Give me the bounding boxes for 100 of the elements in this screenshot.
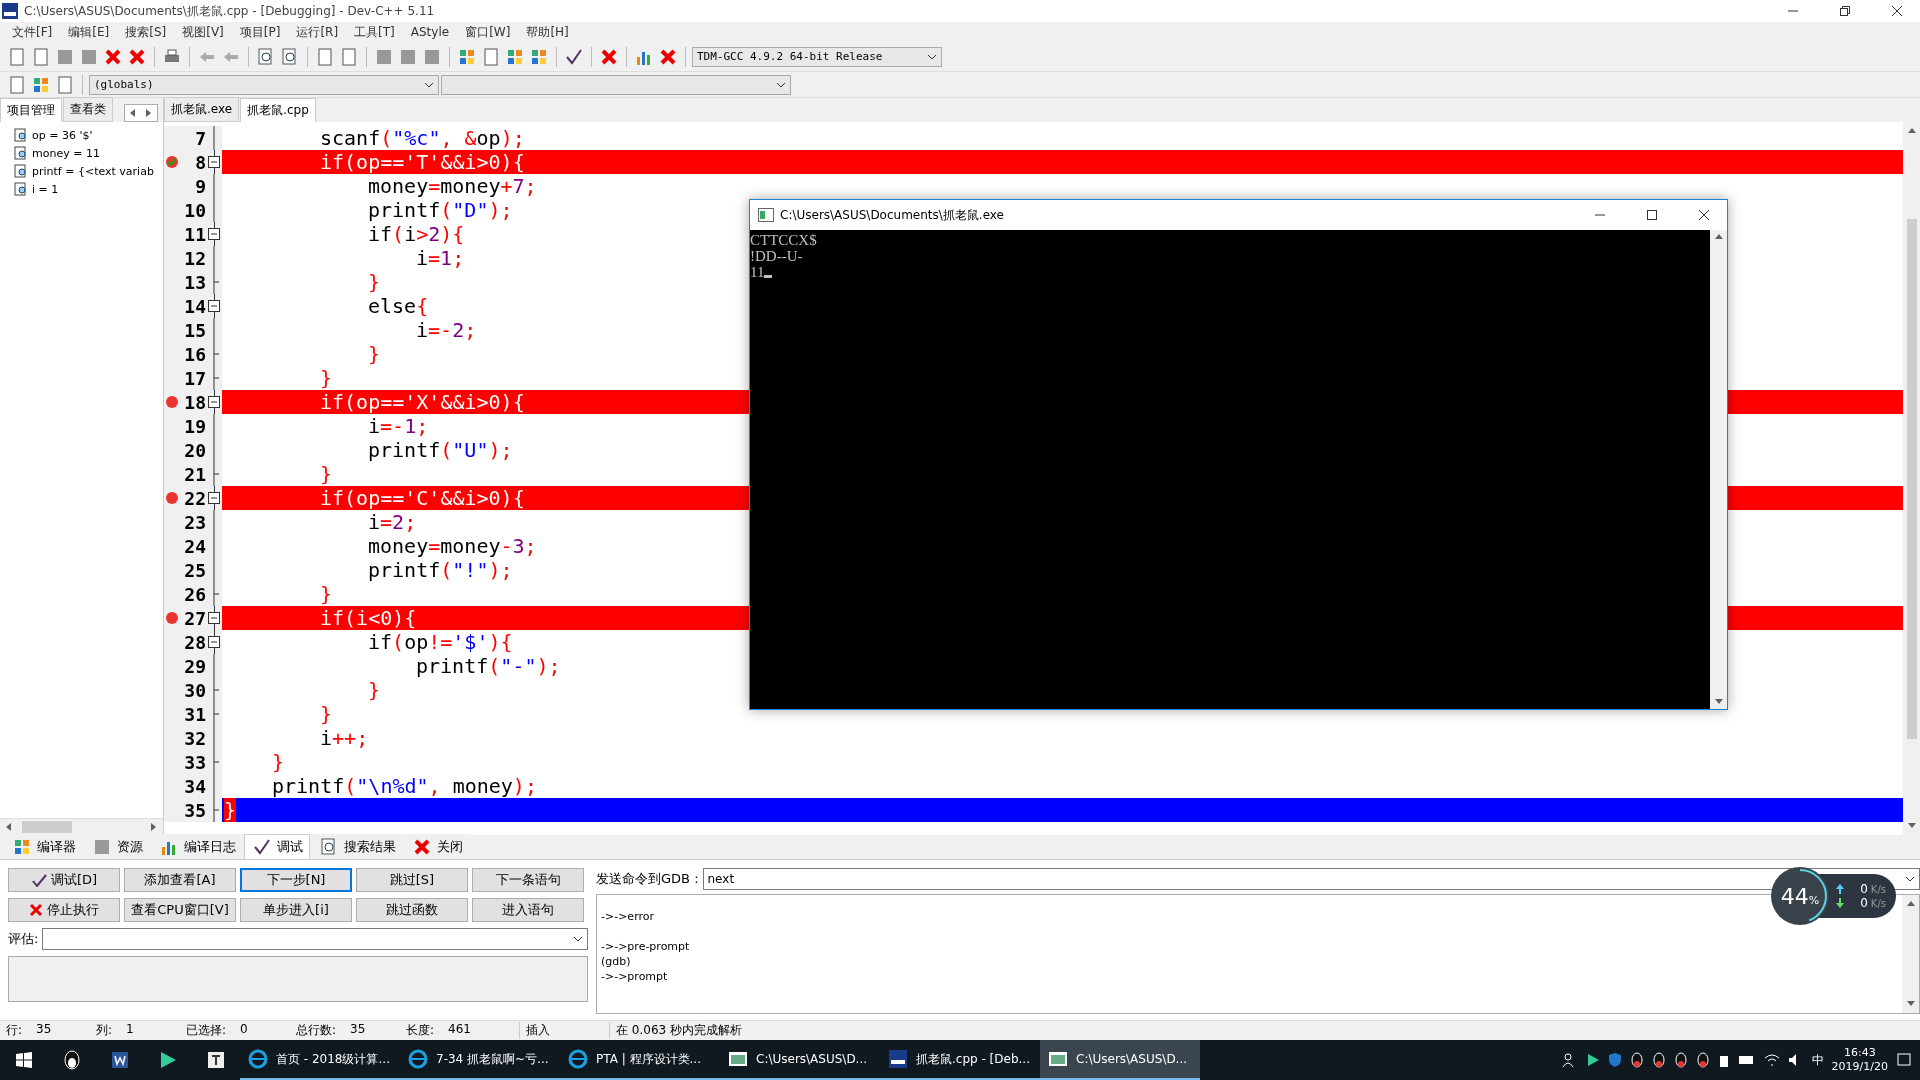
input-method-indicator[interactable]: 中: [1811, 1051, 1824, 1069]
wifi-icon[interactable]: [1763, 1053, 1780, 1067]
fold-toggle-icon[interactable]: [207, 294, 220, 318]
code-token: +: [500, 174, 513, 198]
watch-item[interactable]: op = 36 '$': [32, 128, 93, 142]
close-icon: [1699, 210, 1709, 220]
code-token: ;: [524, 534, 537, 558]
scroll-up-arrow-icon[interactable]: [1906, 126, 1917, 136]
speed-unit: K/s: [1870, 898, 1886, 909]
debug-button[interactable]: 下一步[N]: [240, 868, 352, 892]
scrollbar-thumb[interactable]: [1906, 218, 1917, 739]
console-icon: [1048, 1051, 1068, 1067]
debug-button[interactable]: 调试[D]: [8, 868, 120, 892]
line-number: 32: [183, 727, 206, 749]
code-token: );: [488, 198, 513, 222]
browser-icon: [408, 1049, 428, 1069]
menu-item[interactable]: 编辑[E]: [60, 23, 118, 41]
watch-item[interactable]: printf = {<text variab: [32, 164, 154, 178]
code-token: printf: [368, 558, 441, 582]
clock-time[interactable]: 16:43: [1843, 1046, 1876, 1060]
debug-button[interactable]: 进入语句: [472, 898, 584, 922]
penguin-icon[interactable]: [1629, 1052, 1644, 1068]
watch-item[interactable]: money = 11: [32, 146, 100, 160]
code-token: (: [440, 558, 453, 582]
taskbar-window[interactable]: C:\Users\ASUS\D...: [1040, 1040, 1200, 1080]
scroll-left-arrow-icon[interactable]: [4, 822, 14, 832]
fold-toggle-icon[interactable]: [207, 630, 220, 654]
window-title: C:\Users\ASUS\Documents\抓老鼠.cpp - [Debugging] - Dev-C++ 5.11: [24, 2, 436, 20]
shield-icon[interactable]: [1607, 1052, 1622, 1068]
menu-item[interactable]: 项目[P]: [231, 23, 289, 41]
clock-date[interactable]: 2019/1/20: [1831, 1060, 1888, 1074]
debug-button[interactable]: 添加查看[A]: [124, 868, 236, 892]
menu-item[interactable]: 视图[V]: [174, 23, 232, 41]
scroll-up-arrow-icon[interactable]: [1713, 232, 1724, 242]
fold-toggle-icon[interactable]: [207, 222, 220, 246]
notification-icon[interactable]: [1896, 1052, 1912, 1068]
panel-tab[interactable]: 调试: [244, 834, 310, 859]
fold-toggle-icon[interactable]: [207, 606, 220, 630]
gdb-output-line: ->->error: [601, 909, 654, 924]
menu-item[interactable]: 文件[F]: [4, 23, 61, 41]
penguin-icon[interactable]: [1673, 1052, 1688, 1068]
debug-button[interactable]: 查看CPU窗口[V]: [124, 898, 236, 922]
menu-item[interactable]: 窗口[W]: [457, 23, 519, 41]
breakpoint-icon: [165, 611, 179, 625]
code-token: ){: [440, 222, 465, 246]
code-token: =-: [428, 318, 453, 342]
breakpoint-icon: [165, 491, 179, 505]
debug-button[interactable]: 停止执行: [8, 898, 120, 922]
menu-item[interactable]: 搜索[S]: [117, 23, 175, 41]
code-token: =-: [380, 414, 405, 438]
fold-toggle-icon[interactable]: [207, 150, 220, 174]
code-token: );: [536, 654, 561, 678]
line-number: 35: [183, 799, 206, 821]
code-token: i: [416, 318, 429, 342]
penguin-icon[interactable]: [1651, 1052, 1666, 1068]
line-number: 24: [183, 535, 206, 557]
panel-tab[interactable]: 查看类: [63, 97, 113, 122]
code-token: ;: [464, 318, 477, 342]
code-token: if: [368, 630, 393, 654]
fold-toggle-icon[interactable]: [207, 486, 220, 510]
taskbar-window[interactable]: 首页 - 2018级计算...: [240, 1040, 400, 1080]
menu-item[interactable]: 运行[R]: [288, 23, 347, 41]
taskbar-window[interactable]: PTA | 程序设计类...: [560, 1040, 720, 1080]
debug-button[interactable]: 单步进入[i]: [240, 898, 352, 922]
code-token: (: [380, 126, 393, 150]
code-token: }: [368, 342, 381, 366]
scroll-left-arrow-icon[interactable]: [128, 108, 138, 118]
scrollbar-thumb[interactable]: [22, 821, 72, 833]
line-number: 17: [183, 367, 206, 389]
taskbar-window[interactable]: 7-34 抓老鼠啊~亏...: [400, 1040, 560, 1080]
penguin-icon[interactable]: [1695, 1052, 1710, 1068]
menu-item[interactable]: AStyle: [402, 25, 458, 39]
line-number: 25: [183, 559, 206, 581]
scope-select[interactable]: (globals): [89, 74, 439, 95]
scroll-up-arrow-icon[interactable]: [1905, 899, 1916, 909]
debug-button[interactable]: 下一条语句: [472, 868, 584, 892]
download-speed: 0: [1860, 896, 1868, 910]
status-value: 1: [126, 1022, 134, 1038]
line-number: 7: [194, 127, 206, 149]
battery-icon[interactable]: [1737, 1054, 1756, 1066]
close-icon: [29, 903, 43, 917]
play-icon[interactable]: [1585, 1053, 1600, 1067]
menu-item[interactable]: 帮助[H]: [518, 23, 577, 41]
code-token: );: [488, 558, 513, 582]
panel-tab[interactable]: 项目管理: [0, 98, 62, 122]
line-number: 11: [183, 223, 206, 245]
evaluate-field[interactable]: [42, 928, 588, 950]
debug-button[interactable]: 跳过函数: [356, 898, 468, 922]
menu-item[interactable]: 工具[T]: [346, 23, 403, 41]
taskbar-window[interactable]: C:\Users\ASUS\D...: [720, 1040, 880, 1080]
fold-toggle-icon[interactable]: [207, 390, 220, 414]
file-tab[interactable]: 抓老鼠.exe: [164, 97, 240, 122]
code-token: printf: [416, 654, 489, 678]
file-tab[interactable]: 抓老鼠.cpp: [240, 98, 316, 122]
text-cursor: [764, 275, 773, 278]
line-number: 18: [183, 391, 206, 413]
debug-button[interactable]: 跳过[S]: [356, 868, 468, 892]
code-token: (: [440, 438, 453, 462]
compiler-select[interactable]: TDM-GCC 4.9.2 64-bit Release: [692, 46, 942, 67]
watch-item[interactable]: i = 1: [32, 182, 59, 196]
